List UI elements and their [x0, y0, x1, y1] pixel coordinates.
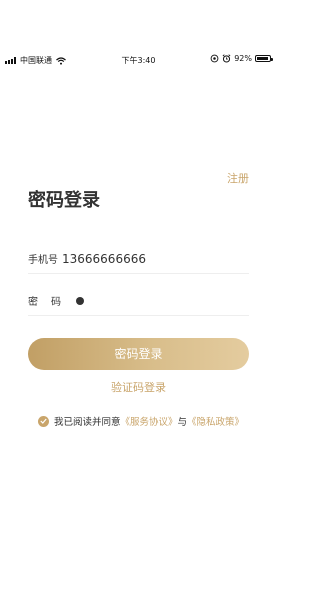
password-login-button[interactable]: 密码登录 [28, 338, 249, 370]
service-agreement-link[interactable]: 《服务协议》 [121, 414, 178, 428]
register-link[interactable]: 注册 [227, 170, 249, 186]
agreement-connector: 与 [177, 417, 188, 428]
agreement-row: 我已阅读并同意 《服务协议》 与 《隐私政策》 [38, 414, 244, 428]
alarm-icon [222, 54, 231, 63]
page-title: 密码登录 [28, 190, 100, 211]
status-bar: 中国联通 下午3:40 92% [0, 52, 277, 68]
agreement-checkbox[interactable] [38, 415, 49, 427]
battery-icon [255, 55, 273, 62]
phone-label: 手机号 [28, 255, 58, 266]
login-screen: 中国联通 下午3:40 92% 注册 密码登录 手机号 13666666666 … [0, 0, 277, 600]
battery-percent: 92% [234, 54, 252, 63]
phone-input[interactable]: 13666666666 [62, 252, 146, 266]
password-label: 密码 [28, 297, 74, 308]
password-field-row[interactable]: 密码 [28, 286, 249, 316]
sms-login-link[interactable]: 验证码登录 [0, 379, 277, 395]
phone-field-row[interactable]: 手机号 13666666666 [28, 244, 249, 274]
status-right: 92% [207, 54, 273, 63]
battery-fill [257, 57, 269, 60]
password-input[interactable] [76, 296, 84, 305]
agreement-text: 我已阅读并同意 [54, 417, 121, 428]
privacy-policy-link[interactable]: 《隐私政策》 [187, 414, 244, 428]
checkmark-icon [40, 418, 47, 424]
location-lock-icon [210, 54, 219, 63]
